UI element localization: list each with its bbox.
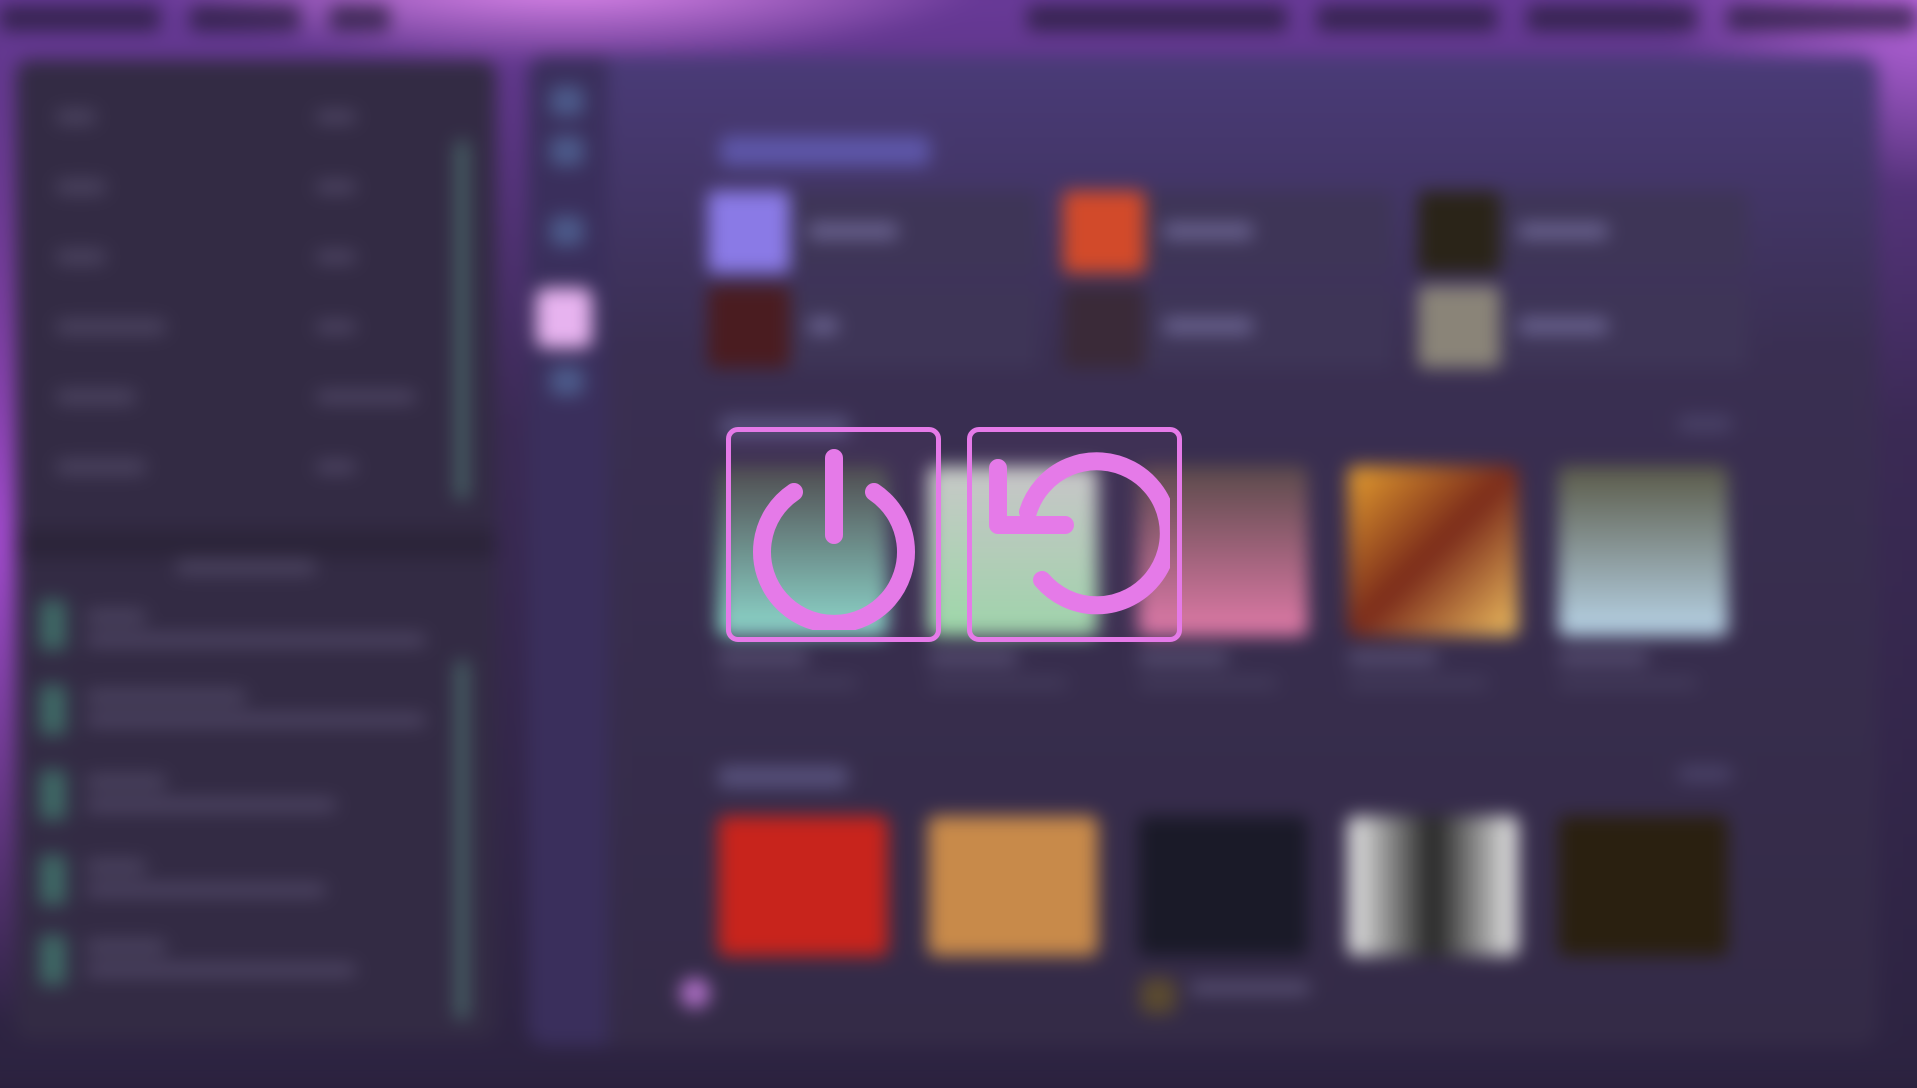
restart-icon [988,451,1170,614]
shutdown-button[interactable] [726,427,941,642]
power-icon [752,448,915,630]
power-menu-overlay [0,0,1917,1068]
restart-button[interactable] [967,427,1182,642]
